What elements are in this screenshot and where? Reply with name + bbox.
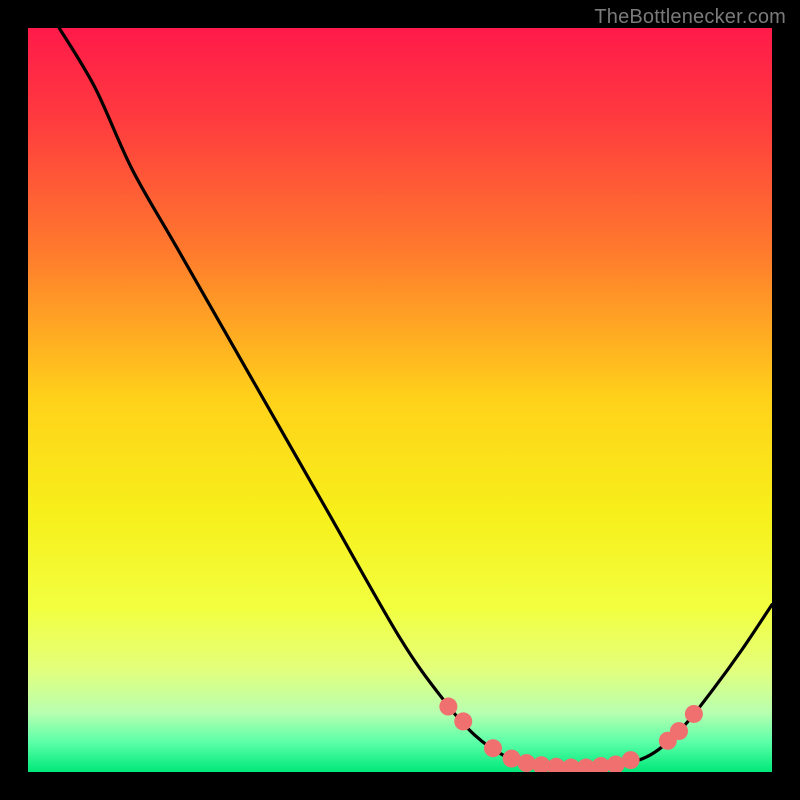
data-marker xyxy=(670,722,688,740)
plot-area xyxy=(28,28,772,772)
heatmap-background xyxy=(28,28,772,772)
data-marker xyxy=(484,739,502,757)
chart-svg xyxy=(28,28,772,772)
data-marker xyxy=(685,705,703,723)
watermark-text: TheBottlenecker.com xyxy=(594,6,786,29)
data-marker xyxy=(622,751,640,769)
data-marker xyxy=(439,698,457,716)
chart-container: TheBottlenecker.com xyxy=(0,0,800,800)
data-marker xyxy=(454,712,472,730)
